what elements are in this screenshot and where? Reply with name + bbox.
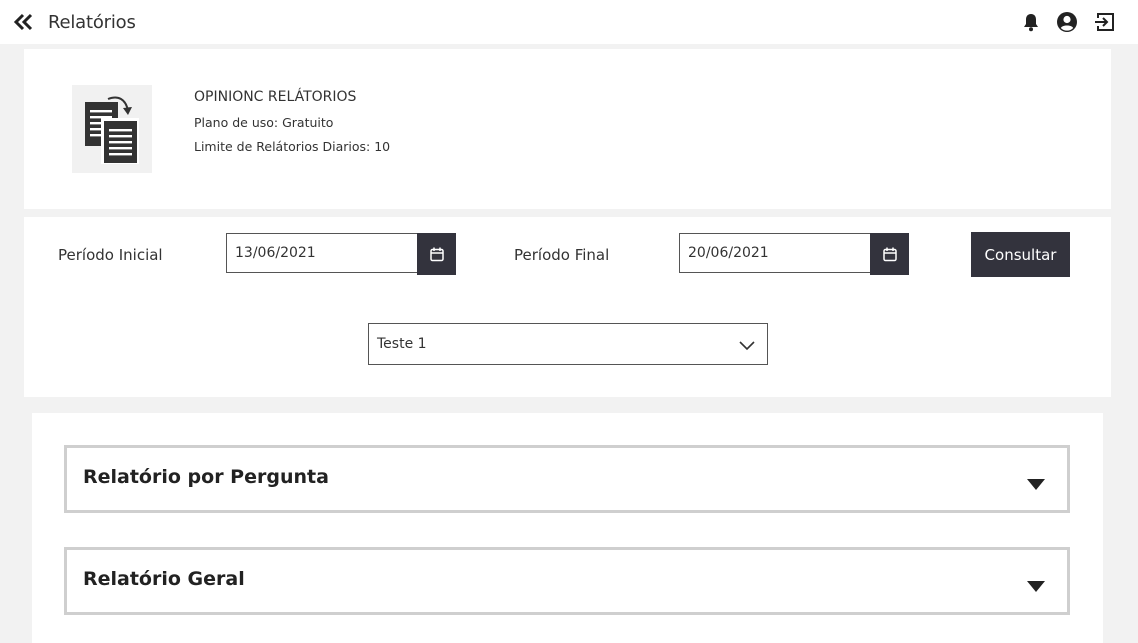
accordion-title: Relatório Geral (83, 568, 245, 590)
calendar-icon (429, 247, 444, 261)
user-circle-icon[interactable] (1056, 11, 1078, 33)
calendar-icon (882, 247, 897, 261)
accordion-report-by-question[interactable]: Relatório por Pergunta (64, 445, 1070, 513)
documents-copy-icon (72, 85, 152, 173)
bell-icon[interactable] (1020, 11, 1042, 33)
usage-plan: Plano de uso: Gratuito (194, 115, 334, 130)
survey-select[interactable]: Teste 1 (368, 323, 768, 365)
survey-select-value: Teste 1 (377, 336, 427, 352)
reports-card: Relatório por Pergunta Relatório Geral (32, 413, 1103, 643)
start-date-label: Período Inicial (58, 246, 163, 264)
start-date-input[interactable] (226, 233, 418, 273)
caret-down-icon (1027, 577, 1045, 592)
end-date-input[interactable] (679, 233, 871, 273)
accordion-title: Relatório por Pergunta (83, 466, 329, 488)
start-calendar-button[interactable] (417, 233, 456, 275)
end-date-label: Período Final (514, 246, 610, 264)
filter-card: Período Inicial Período Final Consultar … (24, 217, 1111, 397)
caret-down-icon (1027, 475, 1045, 490)
app-name: OPINIONC RELÁTORIOS (194, 89, 357, 105)
consult-button[interactable]: Consultar (971, 232, 1070, 277)
app-info-card: OPINIONC RELÁTORIOS Plano de uso: Gratui… (24, 49, 1111, 209)
daily-report-limit: Limite de Relátorios Diarios: 10 (194, 139, 391, 154)
top-bar: Relatórios (0, 0, 1138, 44)
back-double-chevron-icon[interactable] (12, 11, 36, 33)
end-calendar-button[interactable] (870, 233, 909, 275)
logout-icon[interactable] (1094, 11, 1116, 33)
page-title: Relatórios (48, 12, 136, 33)
accordion-general-report[interactable]: Relatório Geral (64, 547, 1070, 615)
chevron-down-icon (739, 337, 755, 353)
